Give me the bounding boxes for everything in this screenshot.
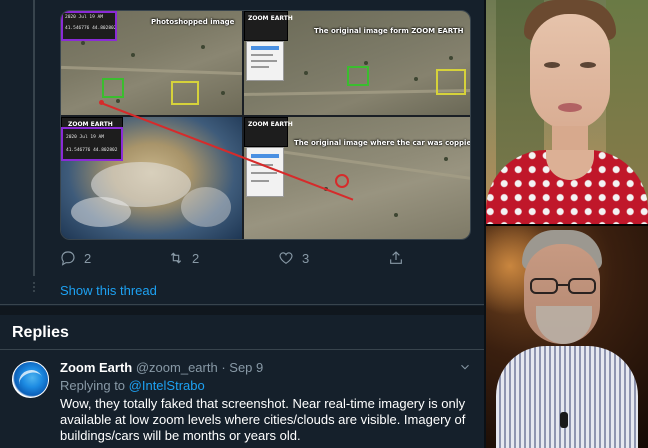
cloud-cover: [181, 187, 231, 227]
ze-logo: ZOOM EARTH: [248, 121, 293, 128]
glasses-lens: [530, 278, 558, 294]
shrub: [449, 56, 453, 60]
original-caption: The original image form ZOOM EARTH: [314, 27, 464, 35]
show-thread-link[interactable]: Show this thread: [60, 283, 157, 298]
retweet-icon: [170, 252, 182, 264]
satellite-globe-panel: ZOOM EARTH 2020 Jul 19 AM 41.546776 44.8…: [61, 117, 242, 239]
menu-line: [251, 60, 277, 62]
shrub: [414, 77, 418, 81]
reply-action[interactable]: 2: [60, 248, 91, 268]
chevron-down-icon: [461, 364, 469, 370]
cloud-cover: [71, 197, 131, 227]
divider: [0, 349, 484, 350]
shrub: [81, 41, 85, 45]
shrub: [444, 157, 448, 161]
twitter-feed: 2020 Jul 19 AM 41.546776 44.802802 Photo…: [0, 0, 484, 448]
tweet-image[interactable]: 2020 Jul 19 AM 41.546776 44.802802 Photo…: [60, 10, 471, 240]
car-source-panel: ZOOM EARTH The original image where the …: [244, 117, 471, 239]
eye: [580, 62, 596, 68]
like-count: 3: [302, 250, 310, 266]
replying-to-line: Replying to @IntelStrabo: [60, 378, 205, 393]
zoom-earth-menu: [246, 41, 284, 81]
section-divider: [0, 306, 484, 315]
original-zoom-earth-panel: ZOOM EARTH The original image form ZOOM …: [244, 11, 470, 115]
purple-highlight: [61, 11, 117, 41]
menu-line: [251, 180, 269, 182]
striped-shirt: [496, 346, 638, 448]
shrub: [364, 61, 368, 65]
retweet-action[interactable]: 2: [168, 248, 199, 268]
thread-dots: [32, 282, 36, 294]
tweet-actions: 2 2 3: [60, 248, 420, 268]
reply-author-handle[interactable]: @zoom_earth: [136, 360, 218, 375]
shrub: [201, 45, 205, 49]
shrub: [116, 99, 120, 103]
share-icon: [390, 251, 402, 264]
video-frame-woman: [486, 0, 648, 224]
purple-highlight: [61, 127, 123, 161]
replying-to-user-link[interactable]: @IntelStrabo: [129, 378, 205, 393]
photoshopped-caption: Photoshopped image: [151, 18, 235, 26]
shrub: [394, 213, 398, 217]
face: [530, 14, 610, 130]
shrub: [221, 91, 225, 95]
menu-line: [251, 66, 269, 68]
green-highlight: [102, 78, 124, 98]
menu-line: [251, 54, 273, 56]
photoshopped-image-panel: 2020 Jul 19 AM 41.546776 44.802802 Photo…: [61, 11, 242, 115]
replies-heading: Replies: [12, 324, 69, 341]
reply-author-name[interactable]: Zoom Earth: [60, 360, 132, 375]
replying-to-prefix: Replying to: [60, 378, 129, 393]
heart-icon: [279, 252, 293, 265]
car-source-caption: The original image where the car was cop…: [294, 139, 471, 147]
reply-count: 2: [84, 250, 92, 266]
green-highlight: [347, 66, 369, 86]
zoom-earth-logo-widget: ZOOM EARTH: [244, 117, 293, 147]
video-frame-man: [486, 226, 648, 448]
glasses-bridge: [558, 284, 568, 286]
lapel-microphone: [560, 412, 568, 428]
ze-logo: ZOOM EARTH: [248, 15, 293, 22]
eye: [544, 62, 560, 68]
like-action[interactable]: 3: [278, 248, 309, 268]
shrub: [304, 71, 308, 75]
avatar[interactable]: [12, 361, 49, 398]
share-action[interactable]: [388, 248, 404, 268]
shrub: [131, 53, 135, 57]
lips: [558, 103, 582, 112]
video-column: [486, 0, 648, 448]
menu-highlight: [251, 46, 279, 50]
yellow-highlight: [436, 69, 466, 95]
glasses-lens: [568, 278, 596, 294]
reply-icon: [61, 251, 75, 266]
divider: [0, 304, 484, 305]
reply-text: Wow, they totally faked that screenshot.…: [60, 396, 466, 443]
menu-line: [251, 172, 277, 174]
zoom-earth-logo-widget: ZOOM EARTH: [244, 11, 293, 41]
separator-dot: ·: [217, 360, 230, 375]
road: [61, 65, 242, 76]
more-options-button[interactable]: [458, 360, 472, 374]
retweet-count: 2: [192, 250, 200, 266]
reply-timestamp[interactable]: Sep 9: [229, 360, 263, 375]
thread-connector-line: [33, 0, 35, 276]
car-highlight-circle: [335, 174, 349, 188]
red-connector-dot: [99, 100, 104, 105]
reply-header: Zoom Earth @zoom_earth · Sep 9: [60, 360, 263, 375]
menu-highlight: [251, 154, 279, 158]
yellow-highlight: [171, 81, 199, 105]
